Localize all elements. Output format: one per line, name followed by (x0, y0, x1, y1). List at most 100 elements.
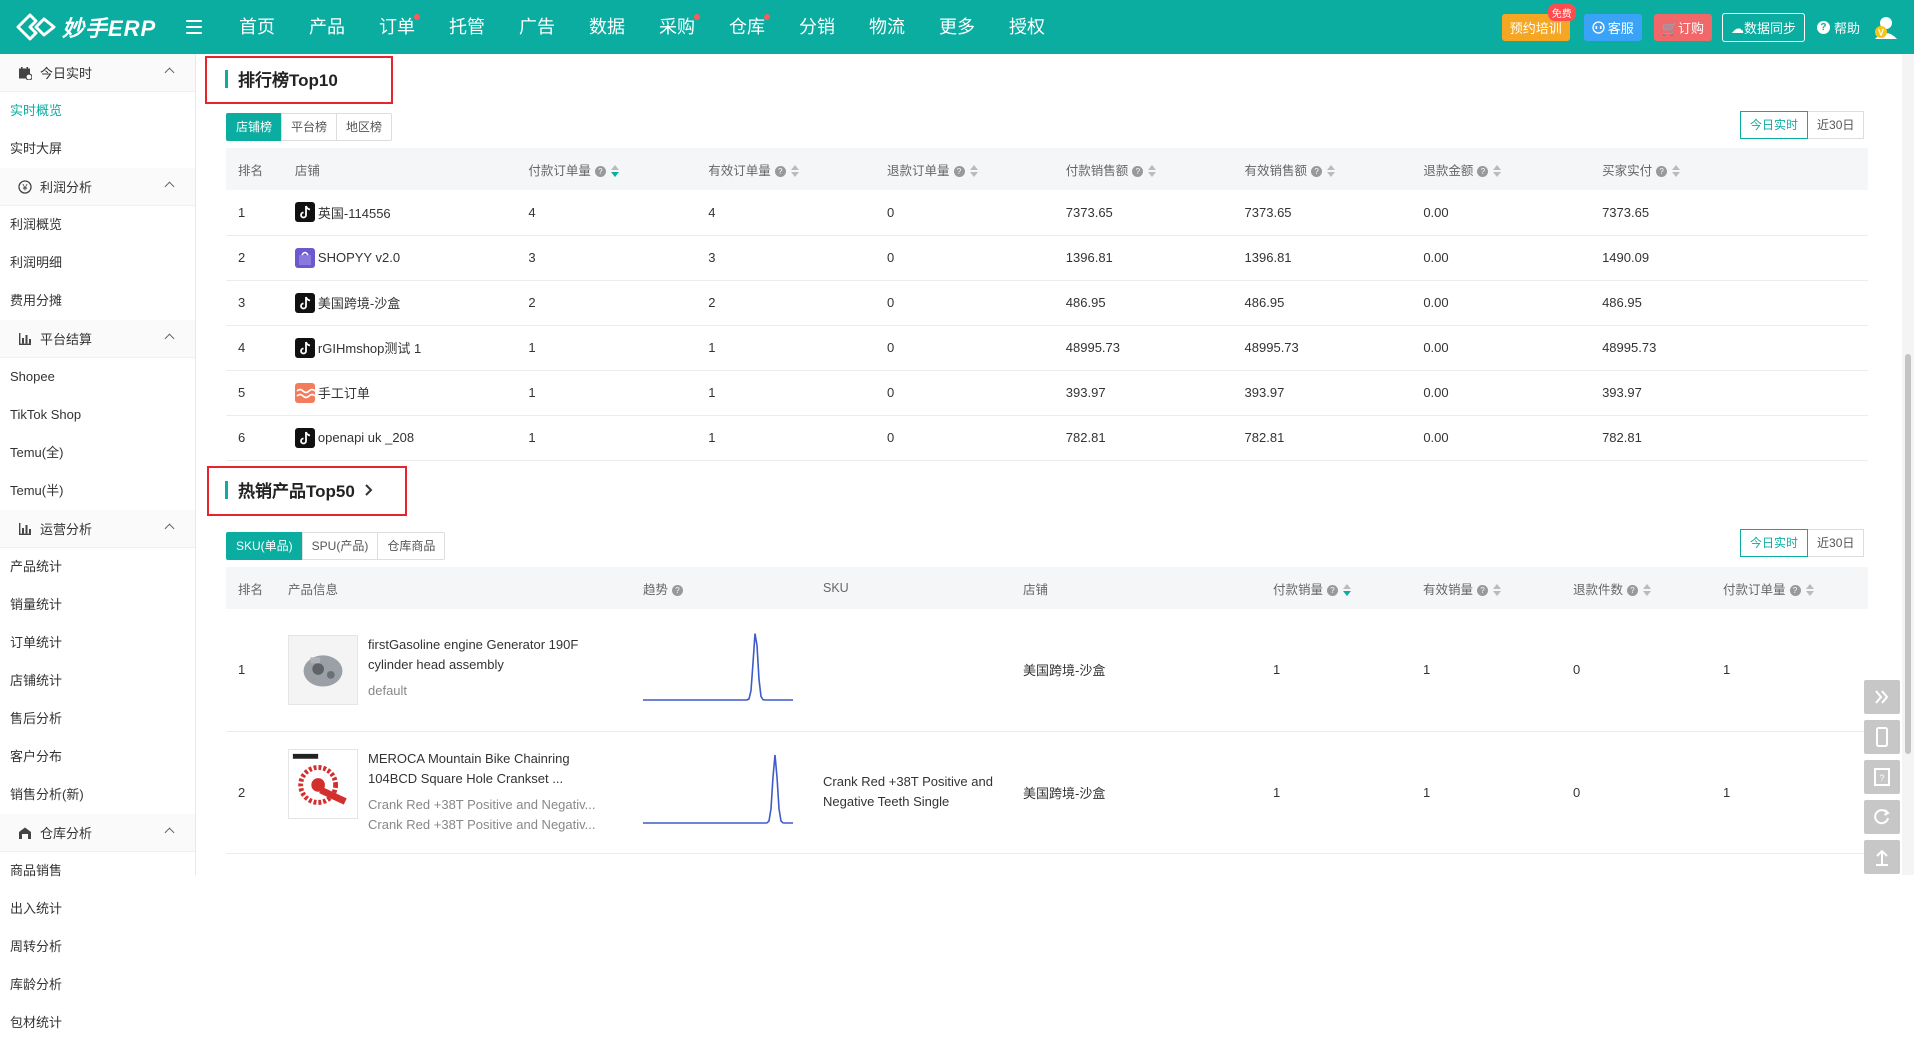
sidebar-item[interactable]: 利润概览 (10, 206, 102, 244)
sort-icon[interactable] (1493, 584, 1502, 597)
sidebar-item[interactable]: 库龄分析 (10, 966, 102, 1004)
nav-item-9[interactable]: 物流 (852, 0, 922, 54)
help-icon[interactable]: ? (953, 165, 965, 177)
column-header[interactable]: 退款金额? (1411, 148, 1591, 190)
product-name[interactable]: firstGasoline engine Generator 190F cyli… (368, 635, 613, 675)
help-icon[interactable]: ? (1327, 584, 1339, 596)
page-scrollbar[interactable] (1902, 54, 1914, 875)
menu-toggle-icon[interactable] (186, 20, 202, 34)
tab-0[interactable]: SKU(单品) (226, 532, 303, 560)
chevron-up-icon[interactable] (164, 67, 175, 78)
nav-item-5[interactable]: 数据 (572, 0, 642, 54)
sidebar-item[interactable]: 店铺统计 (10, 662, 102, 700)
sidebar-item[interactable]: 售后分析 (10, 700, 102, 738)
column-header[interactable]: 有效销量? (1411, 567, 1561, 609)
sidebar-item[interactable]: 费用分摊 (10, 282, 102, 320)
sidebar-item[interactable]: 实时概览 (10, 92, 102, 130)
sidebar-item[interactable]: 利润明细 (10, 244, 102, 282)
product-name[interactable]: MEROCA Mountain Bike Chainring 104BCD Sq… (368, 749, 613, 789)
help-icon[interactable]: ? (774, 165, 786, 177)
help-icon[interactable]: ? (1627, 584, 1639, 596)
tab-1[interactable]: 平台榜 (281, 113, 338, 141)
sort-icon[interactable] (1493, 165, 1502, 178)
chevron-up-icon[interactable] (164, 181, 175, 192)
table-row[interactable]: 1 firstGasoline engine Generator 190F cyl… (226, 609, 1868, 732)
range-option-1[interactable]: 近30日 (1807, 529, 1865, 557)
help-icon[interactable]: ? (1656, 165, 1668, 177)
help-link[interactable]: ? 帮助 (1816, 18, 1860, 37)
sort-icon[interactable] (969, 165, 978, 178)
table-row[interactable]: 5 手工订单 1 1 0 393.97 393.97 0.00 393.97 (226, 370, 1868, 416)
column-header[interactable]: 付款订单量? (516, 148, 697, 190)
column-header[interactable]: 付款销售额? (1053, 148, 1233, 190)
nav-item-11[interactable]: 授权 (992, 0, 1062, 54)
customer-service-button[interactable]: 客服 (1583, 13, 1642, 41)
book-training-button[interactable]: 预约培训 免费 (1501, 3, 1576, 41)
sort-icon[interactable] (1327, 165, 1336, 178)
sidebar-item[interactable]: 销量统计 (10, 586, 102, 624)
sidebar-item[interactable]: 周转分析 (10, 928, 102, 966)
help-icon[interactable]: ? (672, 584, 684, 596)
column-header[interactable]: 付款销量? (1261, 567, 1411, 609)
sidebar-item[interactable]: 订单统计 (10, 624, 102, 662)
tab-2[interactable]: 地区榜 (336, 113, 393, 141)
sort-icon[interactable] (610, 165, 619, 178)
sidebar-item[interactable]: Temu(全) (10, 434, 102, 472)
table-row[interactable]: 2 SHOPYY v2.0 3 3 0 1396.81 1396.81 0.00 1490.09 (226, 235, 1868, 281)
sidebar-item[interactable]: 实时大屏 (10, 130, 102, 168)
sort-icon[interactable] (1643, 584, 1652, 597)
help-icon[interactable]: ? (1311, 165, 1323, 177)
nav-item-8[interactable]: 分销 (782, 0, 852, 54)
range-option-1[interactable]: 近30日 (1807, 111, 1865, 139)
chevron-up-icon[interactable] (164, 333, 175, 344)
feedback-icon[interactable]: ? (1864, 760, 1900, 794)
mobile-icon[interactable] (1864, 720, 1900, 754)
table-row[interactable]: 1 英国-114556 4 4 0 7373.65 7373.65 0.00 7373.65 (226, 190, 1868, 236)
sidebar-item[interactable]: TikTok Shop (10, 396, 102, 434)
column-header[interactable]: 付款订单量? (1711, 567, 1868, 609)
sidebar-item[interactable]: 销售分析(新) (10, 776, 185, 814)
subscribe-button[interactable]: 🛒订购 (1653, 13, 1712, 41)
sidebar-group-2[interactable]: 平台结算 (0, 320, 195, 358)
collapse-icon[interactable] (1864, 680, 1900, 714)
column-header[interactable]: 买家实付? (1590, 148, 1868, 190)
table-row[interactable]: 4 rGIHmshop测试 1 1 1 0 48995.73 48995.73 0.00 489… (226, 325, 1868, 371)
chevron-right-icon[interactable] (363, 483, 375, 497)
sort-icon[interactable] (1343, 584, 1352, 597)
back-to-top-icon[interactable] (1864, 840, 1900, 874)
table-row[interactable]: 2 MEROCA Mountain Bike Chainring 104BCD S… (226, 731, 1868, 854)
sidebar-group-4[interactable]: 仓库分析 (0, 814, 195, 852)
table-row[interactable]: 3 美国跨境-沙盒 2 2 0 486.95 486.95 0.00 486.95 (226, 280, 1868, 326)
sidebar-item[interactable]: 客户分布 (10, 738, 102, 776)
sidebar-group-0[interactable]: 今日实时 (0, 54, 195, 92)
sidebar-group-1[interactable]: ¥ 利润分析 (0, 168, 195, 206)
help-icon[interactable]: ? (1477, 165, 1489, 177)
range-option-0[interactable]: 今日实时 (1740, 529, 1809, 557)
help-icon[interactable]: ? (1132, 165, 1144, 177)
sidebar-item[interactable]: 商品销售 (10, 852, 102, 890)
help-icon[interactable]: ? (1477, 584, 1489, 596)
user-avatar[interactable]: V (1872, 13, 1900, 41)
nav-item-7[interactable]: 仓库 (712, 0, 782, 54)
sidebar-group-3[interactable]: 运营分析 (0, 510, 195, 548)
sidebar-item[interactable]: 产品统计 (10, 548, 102, 586)
tab-1[interactable]: SPU(产品) (301, 532, 379, 560)
nav-item-1[interactable]: 产品 (292, 0, 362, 54)
sidebar-item[interactable]: 包材统计 (10, 1004, 102, 1042)
sidebar-item[interactable]: Temu(半) (10, 472, 102, 510)
sidebar-item[interactable]: Shopee (10, 358, 102, 396)
chevron-up-icon[interactable] (164, 827, 175, 838)
help-icon[interactable]: ? (1789, 584, 1801, 596)
column-header[interactable]: 退款订单量? (875, 148, 1054, 190)
refresh-icon[interactable] (1864, 800, 1900, 834)
table-row[interactable]: 6 openapi uk _208 1 1 0 782.81 782.81 0.00 782.8… (226, 415, 1868, 461)
nav-item-0[interactable]: 首页 (222, 0, 292, 54)
column-header[interactable]: 有效销售额? (1232, 148, 1412, 190)
logo[interactable]: 妙手ERP (14, 10, 174, 44)
data-sync-button[interactable]: ☁数据同步 (1721, 12, 1805, 42)
sort-icon[interactable] (790, 165, 799, 178)
help-icon[interactable]: ? (594, 165, 606, 177)
tab-0[interactable]: 店铺榜 (226, 113, 283, 141)
nav-item-3[interactable]: 托管 (432, 0, 502, 54)
sort-icon[interactable] (1805, 584, 1814, 597)
